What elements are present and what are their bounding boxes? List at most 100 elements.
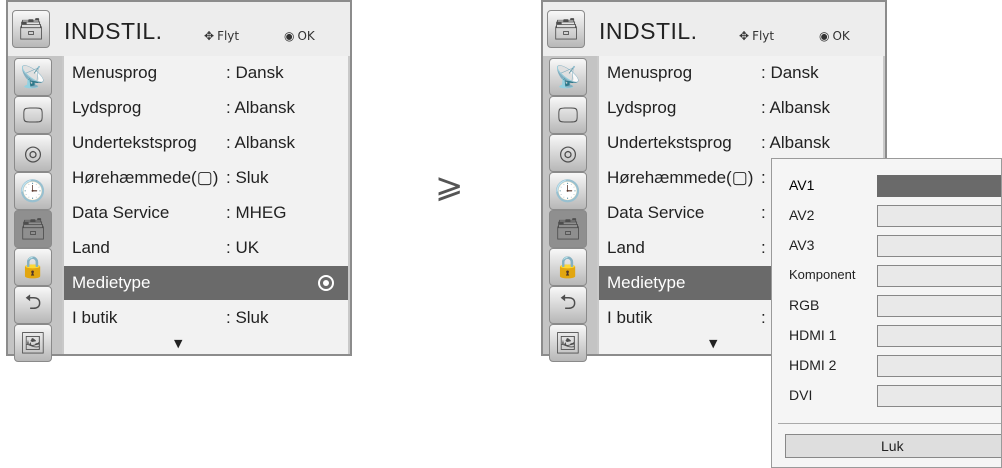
menu-list: Menusprog: Dansk Lydsprog : Albansk Under… [64,56,348,354]
move-hint-label: Flyt [752,29,775,43]
option-av1[interactable]: AV1 [772,172,1001,201]
option-label: HDMI 2 [789,357,837,373]
item-value: : Albansk [226,133,295,152]
clock-icon[interactable]: 🕒 [549,172,587,210]
option-av3[interactable]: AV3 [772,232,1001,261]
item-value: : Albansk [226,98,295,117]
item-value: : [761,238,766,257]
option-label: HDMI 1 [789,327,837,343]
item-value: : Sluk [226,168,269,187]
menu-title: INDSTIL. [64,18,163,44]
item-value: : Albansk [761,98,830,117]
option-bar [877,295,1001,317]
settings-menu-left: 🗃 INDSTIL. ✥ Flyt ◉ OK 📡 🖵 ◎ 🕒 🗃 🔒 ⮌ 🖼 Men… [6,0,352,362]
option-dvi[interactable]: DVI [772,382,1001,411]
option-hdmi1[interactable]: HDMI 1 [772,322,1001,351]
menu-item-media-type[interactable]: Medietype [64,266,348,300]
move-hint-label: Flyt [217,29,240,43]
move-hint: ✥ Flyt [204,29,239,43]
menu-title: INDSTIL. [599,18,698,44]
speaker-icon[interactable]: ◎ [549,134,587,172]
item-value: : Albansk [761,133,830,152]
clock-icon[interactable]: 🕒 [14,172,52,210]
option-bar [877,205,1001,227]
input-plug-icon[interactable]: ⮌ [14,286,52,324]
menu-item-audio-language[interactable]: Lydsprog : Albansk [599,91,883,125]
toolbox-icon[interactable]: 🗃 [14,210,52,248]
menu-item-store-mode[interactable]: I butik : Sluk [64,301,348,335]
menu-item-subtitle-language[interactable]: Undertekstsprog : Albansk [599,126,883,160]
option-bar [877,355,1001,377]
option-rgb[interactable]: RGB [772,292,1001,321]
item-label: Land [72,238,110,257]
scroll-down-arrow-icon[interactable]: ▼ [709,337,717,350]
lock-icon[interactable]: 🔒 [549,248,587,286]
satellite-icon[interactable]: 📡 [14,58,52,96]
scroll-down-arrow-icon[interactable]: ▼ [174,337,182,350]
monitor-icon[interactable]: 🖵 [14,96,52,134]
option-label: DVI [789,387,813,403]
menu-sidebar: 📡 🖵 ◎ 🕒 🗃 🔒 ⮌ 🖼 [543,56,597,362]
item-value: : [761,168,766,187]
ok-hint: ◉ OK [819,29,850,43]
item-value: : Sluk [226,308,269,327]
toolbox-icon: 🗃 [12,10,50,48]
media-type-popup: AV1 AV2 AV3 Komponent RGB HDMI 1 HDMI 2 … [771,158,1002,468]
menu-sidebar: 📡 🖵 ◎ 🕒 🗃 🔒 ⮌ 🖼 [8,56,62,362]
item-label: Data Service [72,203,170,222]
transition-arrow-icon: ⩾ [435,166,464,206]
option-label: RGB [789,297,820,313]
photo-icon[interactable]: 🖼 [549,324,587,362]
close-button[interactable]: Luk [785,434,1001,458]
menu-item-hearing-impaired[interactable]: Hørehæmmede(▢): Sluk [64,161,348,195]
menu-item-data-service[interactable]: Data Service : MHEG [64,196,348,230]
option-bar [877,235,1001,257]
speaker-icon[interactable]: ◎ [14,134,52,172]
lock-icon[interactable]: 🔒 [14,248,52,286]
menu-header: 🗃 INDSTIL. ✥ Flyt ◉ OK [543,2,885,56]
item-label: Hørehæmmede(▢) [607,168,754,187]
menu-item-language[interactable]: Menusprog: Dansk [599,56,883,90]
option-label: AV1 [789,177,815,193]
toolbox-icon[interactable]: 🗃 [549,210,587,248]
item-value: : MHEG [226,203,287,222]
input-plug-icon[interactable]: ⮌ [549,286,587,324]
option-label: AV2 [789,207,815,223]
item-label: I butik [72,308,118,327]
photo-icon[interactable]: 🖼 [14,324,52,362]
move-arrows-icon: ✥ [739,29,750,43]
item-label: Menusprog [72,63,158,82]
option-bar [877,175,1001,197]
ok-hint-label: OK [297,29,315,43]
option-hdmi2[interactable]: HDMI 2 [772,352,1001,381]
option-label: Komponent [789,267,856,282]
ok-dot-icon: ◉ [284,29,295,43]
monitor-icon[interactable]: 🖵 [549,96,587,134]
item-label: Lydsprog [607,98,677,117]
ok-hint: ◉ OK [284,29,315,43]
popup-divider [778,423,1001,424]
item-label: Undertekstsprog [72,133,197,152]
menu-item-country[interactable]: Land: UK [64,231,348,265]
item-label: Medietype [607,273,686,292]
menu-item-language[interactable]: Menusprog: Dansk [64,56,348,90]
item-value: : [761,308,766,327]
move-hint: ✥ Flyt [739,29,774,43]
option-av2[interactable]: AV2 [772,202,1001,231]
item-label: Menusprog [607,63,693,82]
menu-item-audio-language[interactable]: Lydsprog : Albansk [64,91,348,125]
item-label: Data Service [607,203,705,222]
ok-hint-label: OK [832,29,850,43]
option-component[interactable]: Komponent [772,262,1001,291]
item-label: Undertekstsprog [607,133,732,152]
item-label: Medietype [72,273,151,292]
selected-radio-icon [318,275,334,291]
option-bar [877,385,1001,407]
menu-item-subtitle-language[interactable]: Undertekstsprog : Albansk [64,126,348,160]
option-bar [877,325,1001,347]
item-label: Land [607,238,645,257]
satellite-icon[interactable]: 📡 [549,58,587,96]
move-arrows-icon: ✥ [204,29,215,43]
option-label: AV3 [789,237,815,253]
item-label: Lydsprog [72,98,142,117]
